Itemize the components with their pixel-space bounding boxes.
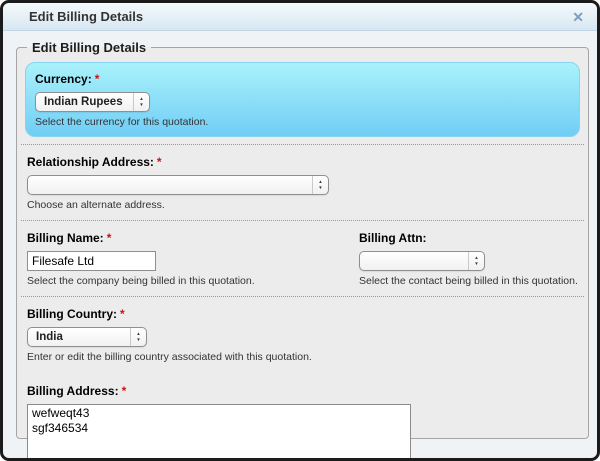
billing-country-help-text: Enter or edit the billing country associ… — [27, 351, 312, 363]
billing-attn-select-value — [360, 252, 468, 270]
relationship-address-select-value — [28, 176, 312, 194]
currency-label: Currency: — [35, 72, 92, 86]
billing-country-label: Billing Country: — [27, 307, 117, 321]
billing-address-required-marker: * — [121, 384, 127, 398]
arrow-up-icon: ▲ — [136, 330, 141, 336]
arrow-down-icon: ▼ — [139, 102, 144, 107]
billing-country-select-value: India — [36, 331, 63, 343]
arrow-down-icon: ▼ — [474, 261, 479, 266]
billing-country-required-marker: * — [120, 307, 125, 321]
arrow-up-icon: ▲ — [318, 178, 323, 184]
billing-attn-label: Billing Attn: — [359, 231, 427, 245]
currency-select-value: Indian Rupees — [44, 96, 123, 108]
currency-select[interactable]: Indian Rupees ▲ ▼ — [35, 92, 150, 112]
billing-name-help-text: Select the company being billed in this … — [27, 275, 255, 287]
billing-attn-select[interactable]: ▲ ▼ — [359, 251, 485, 271]
relationship-address-label: Relationship Address: — [27, 155, 154, 169]
currency-required-marker: * — [94, 72, 100, 86]
dialog-titlebar: Edit Billing Details ✕ — [3, 3, 597, 31]
billing-attn-column: Billing Attn: ▲ ▼ Select the contact bei… — [359, 229, 578, 287]
billing-attn-help-text: Select the contact being billed in this … — [359, 275, 578, 287]
relationship-address-section: Relationship Address: * ▲ ▼ Choose an alt… — [25, 145, 580, 220]
select-arrows-icon: ▲ ▼ — [312, 176, 328, 194]
billing-address-label: Billing Address: — [27, 384, 119, 398]
relationship-address-required-marker: * — [156, 155, 162, 169]
billing-country-select[interactable]: India ▲ ▼ — [27, 327, 147, 347]
edit-billing-details-dialog: Edit Billing Details ✕ Edit Billing Deta… — [0, 0, 600, 461]
dialog-title: Edit Billing Details — [29, 9, 144, 24]
close-icon[interactable]: ✕ — [572, 10, 584, 24]
fieldset-legend: Edit Billing Details — [32, 40, 147, 55]
select-arrows-icon: ▲ ▼ — [130, 328, 146, 346]
billing-country-section: Billing Country: * India ▲ ▼ Enter or edi… — [25, 297, 580, 372]
currency-highlight-panel: Currency: * Indian Rupees ▲ ▼ Select the … — [25, 62, 580, 137]
billing-name-label: Billing Name: — [27, 231, 104, 245]
dialog-body: Edit Billing Details Currency: * Indian R… — [3, 31, 597, 458]
billing-name-attn-row: Billing Name:* Select the company being … — [25, 221, 580, 296]
billing-details-fieldset: Edit Billing Details Currency: * Indian R… — [16, 40, 589, 458]
billing-name-column: Billing Name:* Select the company being … — [27, 229, 359, 287]
relationship-address-help-text: Choose an alternate address. — [27, 199, 165, 211]
relationship-address-select[interactable]: ▲ ▼ — [27, 175, 329, 195]
select-arrows-icon: ▲ ▼ — [133, 93, 149, 111]
billing-name-input[interactable] — [27, 251, 156, 271]
arrow-up-icon: ▲ — [139, 95, 144, 101]
arrow-down-icon: ▼ — [318, 185, 323, 190]
arrow-up-icon: ▲ — [474, 254, 479, 260]
currency-help-text: Select the currency for this quotation. — [35, 116, 209, 128]
billing-address-section: Billing Address: * wefweqt43 sgf346534 — [25, 372, 580, 458]
select-arrows-icon: ▲ ▼ — [468, 252, 484, 270]
arrow-down-icon: ▼ — [136, 337, 141, 342]
billing-name-required-marker: * — [106, 231, 112, 245]
billing-address-textarea[interactable]: wefweqt43 sgf346534 — [27, 404, 411, 458]
